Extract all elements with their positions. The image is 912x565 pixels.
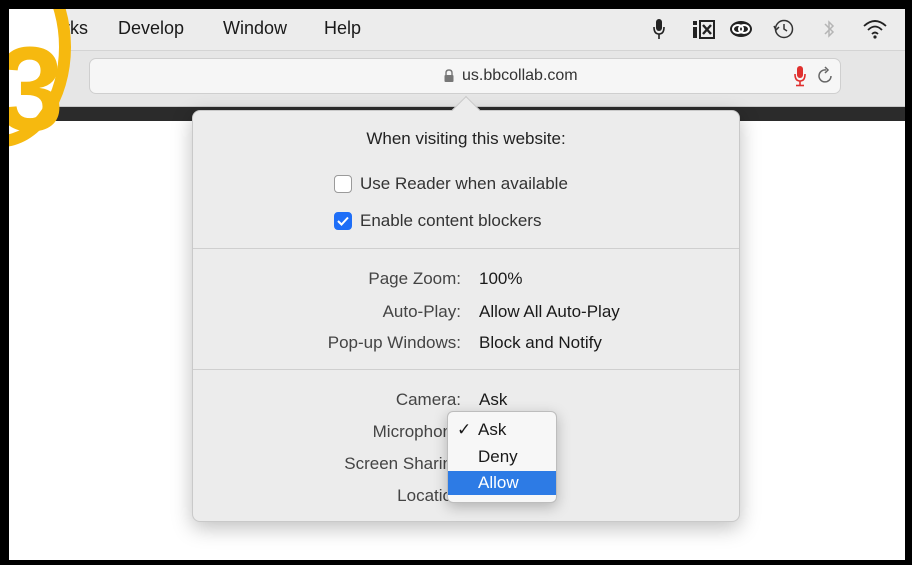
menu-option-deny[interactable]: Deny [448,445,556,469]
divider [193,248,739,249]
page-zoom-label: Page Zoom: [368,269,461,288]
screen-frame: marks Develop Window Help [0,0,912,565]
menu-develop[interactable]: Develop [118,18,184,39]
checkmark-icon: ✓ [457,420,472,439]
wifi-icon[interactable] [861,17,889,41]
screen: marks Develop Window Help [9,9,905,560]
menu-option-ask[interactable]: ✓ Ask [448,418,556,442]
popup-windows-value[interactable]: Block and Notify [479,333,602,353]
address-bar[interactable]: us.bbcollab.com [89,58,841,94]
reader-checkbox[interactable] [334,175,352,193]
reader-checkbox-label[interactable]: Use Reader when available [360,174,568,194]
microphone-active-icon[interactable] [793,65,807,92]
menu-option-label: Ask [478,420,507,439]
screen-sharing-label: Screen Sharin [344,454,452,473]
reader-checkbox-row[interactable]: Use Reader when available [334,173,568,195]
microphone-label: Microphon [372,422,452,441]
bluetooth-icon[interactable] [821,17,837,41]
menu-option-label: Allow [478,473,519,492]
popover-title: When visiting this website: [366,129,566,148]
location-label: Locatio [397,486,452,505]
creative-cloud-icon[interactable] [728,17,754,41]
camera-value[interactable]: Ask [479,390,507,410]
checkmark-icon [337,216,349,226]
screen-capture-icon[interactable] [691,17,717,41]
menu-window[interactable]: Window [223,18,287,39]
time-machine-icon[interactable] [772,17,796,41]
content-blockers-checkbox-label[interactable]: Enable content blockers [360,211,541,231]
auto-play-value[interactable]: Allow All Auto-Play [479,302,620,322]
menu-help[interactable]: Help [324,18,361,39]
lock-icon [443,69,455,88]
browser-toolbar: us.bbcollab.com [9,51,905,107]
address-url[interactable]: us.bbcollab.com [462,67,578,85]
microphone-icon[interactable] [651,17,667,41]
menu-option-label: Deny [478,447,518,466]
popup-windows-label: Pop-up Windows: [327,333,461,352]
divider [193,369,739,370]
menu-option-allow[interactable]: Allow [448,471,556,495]
menu-bar: marks Develop Window Help [9,9,905,51]
step-badge-number: 3 [9,22,64,156]
content-blockers-checkbox-row[interactable]: Enable content blockers [334,210,541,232]
microphone-permission-menu: ✓ Ask Deny Allow [447,411,557,503]
page-zoom-value[interactable]: 100% [479,269,522,289]
camera-label: Camera: [395,390,461,409]
reload-icon[interactable] [817,66,835,91]
content-blockers-checkbox[interactable] [334,212,352,230]
auto-play-label: Auto-Play: [382,302,461,321]
